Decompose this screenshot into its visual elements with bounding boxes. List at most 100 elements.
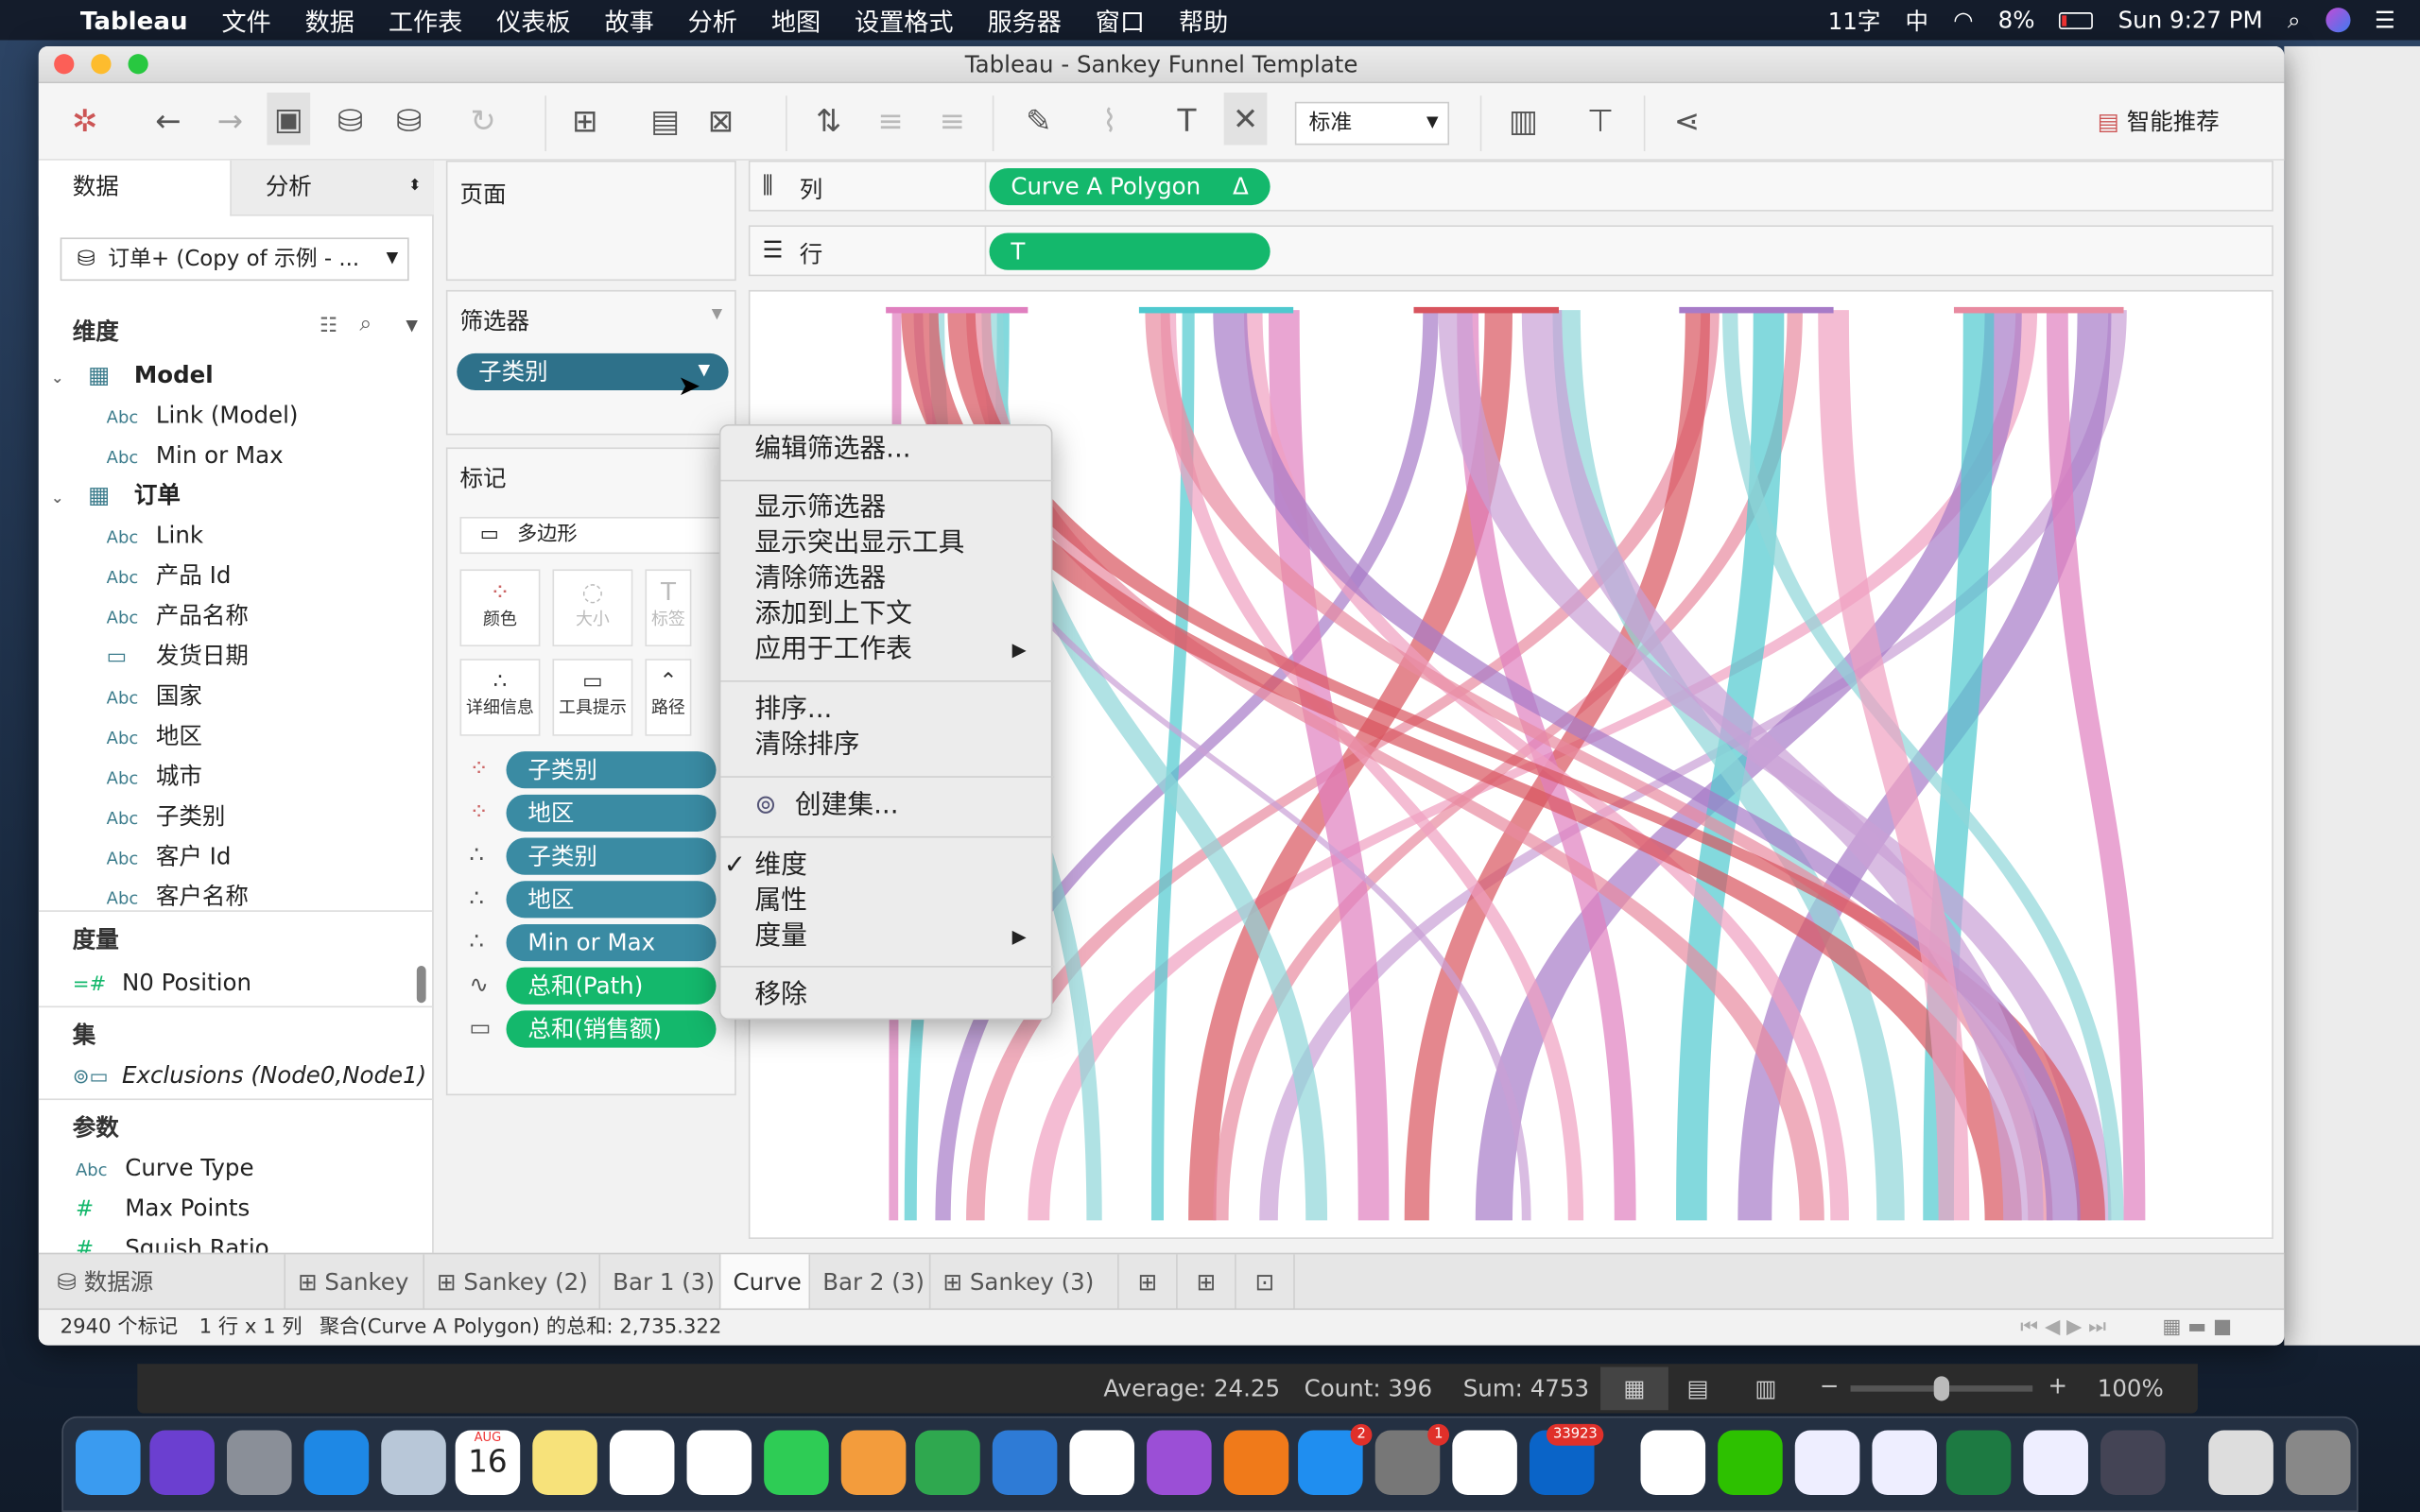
menu-map[interactable]: 地图 bbox=[771, 2, 821, 39]
highlight-icon[interactable]: ✎ bbox=[1017, 102, 1061, 139]
dock-pages-icon[interactable] bbox=[840, 1430, 907, 1496]
sheet-tab[interactable]: ⊞ Sankey (3) bbox=[930, 1254, 1119, 1311]
menu-story[interactable]: 故事 bbox=[604, 2, 653, 39]
menu-app[interactable]: Tableau bbox=[80, 6, 188, 35]
sankey-node[interactable] bbox=[1679, 306, 1834, 314]
menu-item[interactable]: ⊚ 创建集... bbox=[754, 788, 1088, 824]
clear-sheet-icon[interactable]: ⊠ bbox=[700, 102, 743, 139]
dock-siri-icon[interactable] bbox=[149, 1430, 215, 1496]
dock-downloads-icon[interactable] bbox=[2208, 1430, 2273, 1496]
field-item[interactable]: Abc Min or Max bbox=[107, 435, 284, 474]
duplicate-sheet-icon[interactable]: ▤ bbox=[644, 102, 687, 139]
dock-books-icon[interactable] bbox=[1223, 1430, 1289, 1496]
dock-notes-icon[interactable] bbox=[532, 1430, 597, 1496]
menu-dashboard[interactable]: 仪表板 bbox=[496, 2, 570, 39]
table-orders[interactable]: ⌄ ▦ 订单 bbox=[51, 475, 181, 515]
field-item[interactable]: ▭ 发货日期 bbox=[107, 636, 249, 676]
battery-percent[interactable]: 8% bbox=[1998, 7, 2035, 34]
wifi-icon[interactable]: ◠ bbox=[1953, 7, 1973, 34]
menu-analysis[interactable]: 分析 bbox=[688, 2, 737, 39]
menu-data[interactable]: 数据 bbox=[305, 2, 354, 39]
path-button[interactable]: ⌃ 路径 bbox=[645, 659, 692, 736]
dock-preview-icon[interactable] bbox=[381, 1430, 446, 1496]
clock[interactable]: Sun 9:27 PM bbox=[2118, 7, 2263, 34]
undo-icon[interactable]: ← bbox=[147, 102, 190, 139]
field-item[interactable]: Abc 城市 bbox=[107, 756, 202, 796]
dock-photos-icon[interactable] bbox=[686, 1430, 752, 1496]
menu-item[interactable]: 清除筛选器 bbox=[754, 561, 1047, 597]
field-item[interactable]: Abc 产品名称 bbox=[107, 595, 249, 635]
field-item[interactable]: Abc 子类别 bbox=[107, 796, 226, 835]
dock-keynote-icon[interactable] bbox=[992, 1430, 1058, 1496]
field-item[interactable]: Abc 客户 Id bbox=[107, 836, 232, 876]
redo-icon[interactable]: → bbox=[208, 102, 251, 139]
dock-system-preferences-icon[interactable]: 1 bbox=[1374, 1423, 1450, 1496]
tab-analysis[interactable]: 分析 ⬍ bbox=[230, 160, 434, 216]
dock-tableau-3-icon[interactable] bbox=[2023, 1430, 2088, 1496]
zoom-button[interactable] bbox=[128, 54, 148, 75]
color-button[interactable]: ⁘ 颜色 bbox=[459, 569, 541, 647]
sheet-tab[interactable]: ⊞ Sankey bbox=[285, 1254, 424, 1311]
field-item[interactable]: Abc Link bbox=[107, 515, 203, 555]
menu-file[interactable]: 文件 bbox=[221, 2, 270, 39]
zoom-in-icon[interactable]: + bbox=[2048, 1371, 2068, 1399]
chevron-down-icon[interactable]: ▼ bbox=[406, 318, 418, 335]
tooltip-button[interactable]: ▭ 工具提示 bbox=[552, 659, 633, 736]
siri-icon[interactable] bbox=[2325, 8, 2350, 33]
field-item[interactable]: Abc 产品 Id bbox=[107, 556, 232, 595]
tab-data[interactable]: 数据 bbox=[38, 160, 231, 216]
set-item[interactable]: ⊚▭ Exclusions (Node0,Node1) bbox=[73, 1056, 427, 1095]
normal-view-icon[interactable]: ▦ bbox=[1600, 1366, 1668, 1411]
field-item[interactable]: Abc Link (Model) bbox=[107, 395, 299, 435]
labels-icon[interactable]: T bbox=[1166, 102, 1209, 139]
sankey-node[interactable] bbox=[1413, 306, 1559, 314]
scrollbar-thumb[interactable] bbox=[416, 966, 426, 1004]
rows-pill[interactable]: T bbox=[989, 232, 1270, 270]
dock-quicktime-icon[interactable] bbox=[2100, 1430, 2166, 1496]
field-item[interactable]: Abc 地区 bbox=[107, 716, 202, 756]
dock-reminders-icon[interactable] bbox=[609, 1430, 675, 1496]
sankey-node[interactable] bbox=[1138, 306, 1294, 314]
pages-card[interactable]: 页面 bbox=[445, 160, 736, 282]
fix-axes-icon[interactable]: ✕ bbox=[1223, 92, 1268, 146]
list-view-icon[interactable]: ☷ bbox=[320, 315, 337, 337]
dock-safari-icon[interactable] bbox=[303, 1430, 370, 1496]
menu-item[interactable]: ✓ 维度 bbox=[724, 849, 1047, 885]
new-datasource-icon[interactable]: ⛁ bbox=[329, 102, 372, 139]
menu-help[interactable]: 帮助 bbox=[1179, 2, 1228, 39]
menu-item[interactable]: 显示筛选器 bbox=[754, 490, 1047, 526]
sheet-tab[interactable]: Curve bbox=[720, 1254, 811, 1311]
new-story-tab-icon[interactable]: ⊡ bbox=[1236, 1254, 1295, 1311]
new-worksheet-tab-icon[interactable]: ⊞ bbox=[1119, 1254, 1178, 1311]
input-count[interactable]: 11字 bbox=[1828, 4, 1881, 36]
sankey-node[interactable] bbox=[886, 306, 1028, 314]
save-icon[interactable]: ▣ bbox=[267, 92, 311, 146]
menu-item[interactable]: 添加到上下文 bbox=[754, 597, 1047, 633]
battery-icon[interactable] bbox=[2059, 11, 2094, 29]
dock-tableau-icon[interactable] bbox=[1794, 1430, 1860, 1496]
dock-facetime-icon[interactable] bbox=[764, 1430, 829, 1496]
dock-chrome-icon[interactable] bbox=[1452, 1430, 1517, 1496]
menu-item[interactable]: 移除 bbox=[754, 978, 1047, 1014]
zoom-slider[interactable] bbox=[1850, 1376, 2033, 1401]
dock-trash-icon[interactable] bbox=[2285, 1430, 2351, 1496]
marks-pill[interactable]: 地区 bbox=[506, 881, 717, 919]
sheet-tab[interactable]: ⊞ Sankey (2) bbox=[424, 1254, 601, 1311]
sort-ascending-icon[interactable]: ≡ bbox=[869, 102, 912, 139]
measure-item[interactable]: =# N0 Position bbox=[73, 963, 251, 1003]
search-icon[interactable]: ⌕ bbox=[359, 312, 372, 336]
sheet-view-icons[interactable]: ▦ ▬ ■ bbox=[2162, 1310, 2232, 1346]
sheet-tab[interactable]: Bar 1 (3) bbox=[600, 1254, 721, 1311]
minimize-button[interactable] bbox=[91, 54, 112, 75]
marks-pill[interactable]: Min or Max bbox=[506, 923, 717, 962]
menu-format[interactable]: 设置格式 bbox=[855, 2, 954, 39]
detail-button[interactable]: ∴ 详细信息 bbox=[459, 659, 541, 736]
show-me-chart-icon[interactable]: ▥ bbox=[1502, 102, 1546, 139]
menu-item[interactable]: 编辑筛选器... bbox=[754, 432, 1047, 468]
parameter-item[interactable]: # Max Points bbox=[76, 1188, 250, 1228]
menu-item[interactable]: 属性 bbox=[754, 885, 1047, 920]
table-model[interactable]: ⌄ ▦ Model bbox=[51, 355, 214, 395]
dock-numbers-icon[interactable] bbox=[915, 1430, 980, 1496]
marks-pill[interactable]: 地区 bbox=[506, 794, 717, 832]
dock-finder-icon[interactable] bbox=[75, 1430, 141, 1496]
